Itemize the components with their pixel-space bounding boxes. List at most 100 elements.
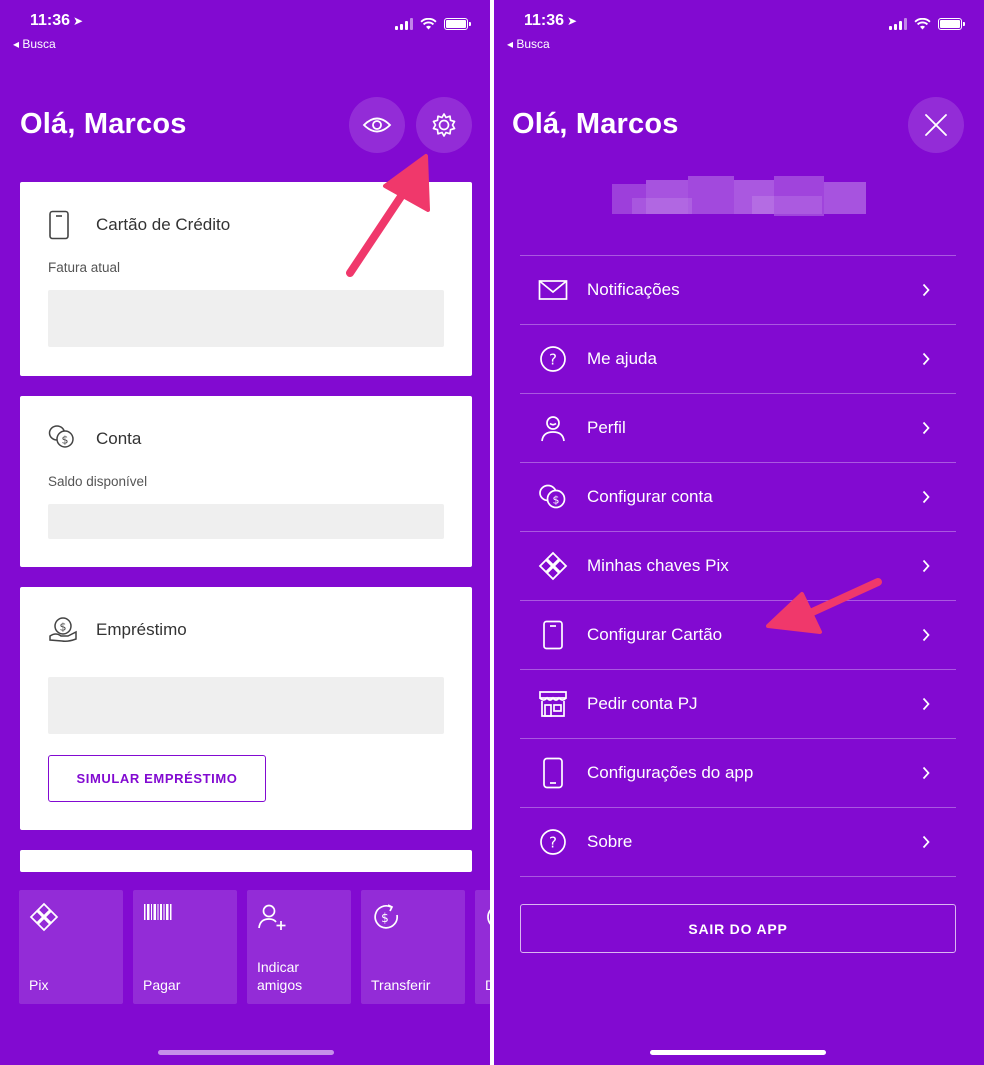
chevron-right-icon — [922, 628, 930, 642]
svg-text:$: $ — [62, 434, 69, 447]
loan-card[interactable]: $ Empréstimo SIMULAR EMPRÉSTIMO — [20, 587, 472, 830]
pix-icon — [538, 551, 568, 581]
shortcut-label: Indicar amigos — [257, 959, 303, 993]
menu-item-label: Perfil — [587, 418, 626, 437]
menu-item-label: Pedir conta PJ — [587, 694, 698, 713]
shortcut-label: Pagar — [143, 977, 181, 993]
menu-item-configurar-cartao[interactable]: Configurar Cartão — [520, 601, 956, 670]
menu-item-pedir-conta-pj[interactable]: Pedir conta PJ — [520, 670, 956, 739]
simulate-loan-button[interactable]: SIMULAR EMPRÉSTIMO — [48, 755, 266, 802]
battery-icon — [938, 18, 965, 30]
gear-icon — [432, 113, 456, 137]
help-icon: ? — [538, 344, 568, 374]
shortcut-label: D — [485, 976, 490, 994]
shortcut-indicar-amigos[interactable]: Indicar amigos — [247, 890, 351, 1004]
exit-app-button[interactable]: SAIR DO APP — [520, 904, 956, 953]
store-icon — [538, 689, 568, 719]
menu-item-label: Configurar conta — [587, 487, 713, 506]
home-indicator — [650, 1050, 826, 1055]
menu-item-perfil[interactable]: Perfil — [520, 394, 956, 463]
status-time: 11:36 ➤ — [30, 12, 84, 29]
annotation-arrow — [766, 578, 882, 634]
wifi-icon — [914, 18, 931, 30]
next-card-peek — [20, 850, 472, 872]
pix-icon — [29, 902, 59, 932]
partial-icon — [487, 909, 490, 925]
close-icon — [925, 114, 947, 136]
home-indicator — [158, 1050, 334, 1055]
chevron-right-icon — [922, 835, 930, 849]
shortcut-label: Transferir — [371, 977, 431, 993]
back-to-search-link[interactable]: ◂ Busca — [507, 37, 550, 51]
loan-icon: $ — [49, 617, 77, 642]
loan-value-placeholder — [48, 677, 444, 734]
barcode-icon — [144, 904, 172, 920]
menu-item-label: Minhas chaves Pix — [587, 556, 729, 575]
chevron-right-icon — [922, 766, 930, 780]
account-card[interactable]: $ Conta Saldo disponível — [20, 396, 472, 567]
chevron-right-icon — [922, 697, 930, 711]
battery-icon — [444, 18, 471, 30]
menu-item-notificacoes[interactable]: Notificações — [520, 256, 956, 325]
coins-icon: $ — [48, 425, 74, 448]
shortcut-pagar[interactable]: Pagar — [133, 890, 237, 1004]
signal-icon — [889, 18, 907, 30]
greeting-title: Olá, Marcos — [512, 108, 679, 140]
user-icon — [538, 413, 568, 443]
shortcut-pix[interactable]: Pix — [19, 890, 123, 1004]
phone-icon — [538, 757, 568, 789]
close-menu-button[interactable] — [908, 97, 964, 153]
account-subtitle: Saldo disponível — [48, 474, 148, 489]
menu-item-label: Me ajuda — [587, 349, 657, 368]
menu-screen: 11:36 ➤ ◂ Busca Olá, Marcos Notificações … — [494, 0, 984, 1065]
settings-menu: Notificações ? Me ajuda Perfil $ Configu… — [520, 255, 956, 877]
svg-text:?: ? — [549, 351, 557, 369]
account-value-placeholder — [48, 504, 444, 539]
menu-item-sobre[interactable]: ? Sobre — [520, 808, 956, 877]
account-title: Conta — [96, 429, 142, 448]
svg-text:$: $ — [60, 621, 67, 634]
add-user-icon — [258, 904, 286, 930]
svg-text:$: $ — [381, 911, 389, 925]
back-to-search-link[interactable]: ◂ Busca — [13, 37, 56, 51]
chevron-right-icon — [922, 352, 930, 366]
svg-text:$: $ — [553, 494, 560, 507]
credit-card-subtitle: Fatura atual — [48, 260, 121, 275]
eye-icon — [362, 117, 392, 133]
menu-item-configurar-conta[interactable]: $ Configurar conta — [520, 463, 956, 532]
card-icon — [49, 210, 69, 240]
chevron-right-icon — [922, 283, 930, 297]
location-icon: ➤ — [73, 14, 84, 28]
blurred-account-info — [612, 176, 866, 218]
shortcuts-bar: Pix Pagar Indicar amigos $ Transferir D — [19, 890, 490, 1004]
status-icons — [395, 18, 471, 30]
card-icon — [538, 620, 568, 650]
menu-item-label: Notificações — [587, 280, 680, 299]
transfer-icon: $ — [374, 904, 398, 929]
menu-item-me-ajuda[interactable]: ? Me ajuda — [520, 325, 956, 394]
shortcut-transferir[interactable]: $ Transferir — [361, 890, 465, 1004]
menu-item-configuracoes-do-app[interactable]: Configurações do app — [520, 739, 956, 808]
home-screen: 11:36 ➤ ◂ Busca Olá, Marcos Cartão de Cré… — [0, 0, 490, 1065]
status-icons — [889, 18, 965, 30]
credit-card-title: Cartão de Crédito — [96, 215, 231, 234]
chevron-right-icon — [922, 559, 930, 573]
svg-text:?: ? — [549, 834, 557, 852]
hide-balance-button[interactable] — [349, 97, 405, 153]
chevron-right-icon — [922, 490, 930, 504]
settings-button[interactable] — [416, 97, 472, 153]
help-icon: ? — [538, 827, 568, 857]
menu-item-label: Sobre — [587, 832, 633, 851]
envelope-icon — [538, 275, 568, 305]
chevron-right-icon — [922, 421, 930, 435]
signal-icon — [395, 18, 413, 30]
loan-title: Empréstimo — [96, 620, 187, 639]
shortcut-partial[interactable]: D — [475, 890, 490, 1004]
credit-card-value-placeholder — [48, 290, 444, 347]
menu-item-minhas-chaves-pix[interactable]: Minhas chaves Pix — [520, 532, 956, 601]
wifi-icon — [420, 18, 437, 30]
coins-icon: $ — [538, 482, 568, 512]
menu-item-label: Configurar Cartão — [587, 625, 723, 644]
annotation-arrow — [346, 154, 430, 277]
location-icon: ➤ — [567, 14, 578, 28]
